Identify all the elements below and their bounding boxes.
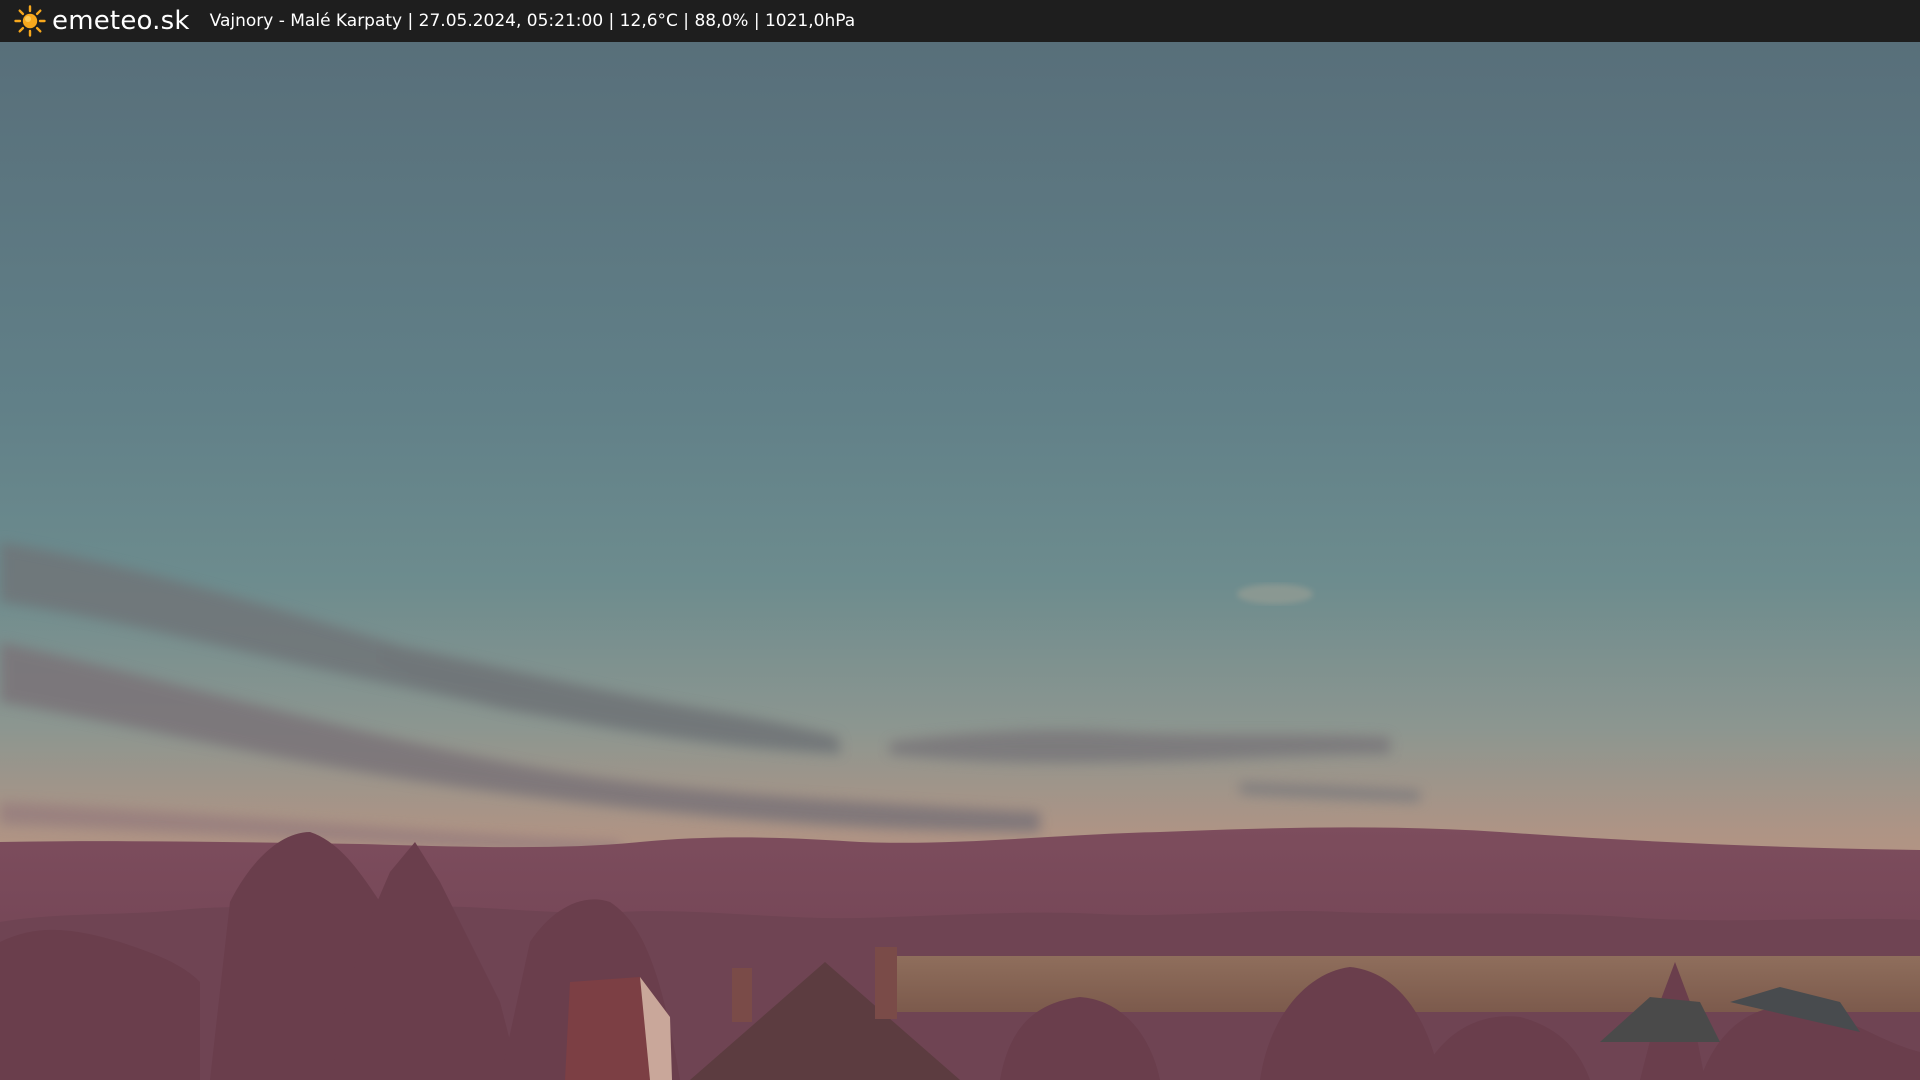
brand-name: emeteo.sk xyxy=(52,6,190,36)
top-bar: emeteo.sk Vajnory - Malé Karpaty | 27.05… xyxy=(0,0,1920,42)
small-cloud xyxy=(1237,584,1313,604)
landscape-scene xyxy=(0,42,1920,1080)
webcam-image xyxy=(0,42,1920,1080)
brand-logo[interactable]: emeteo.sk xyxy=(14,5,190,37)
sun-icon xyxy=(14,5,46,37)
webcam-frame: emeteo.sk Vajnory - Malé Karpaty | 27.05… xyxy=(0,0,1920,1080)
station-info: Vajnory - Malé Karpaty | 27.05.2024, 05:… xyxy=(209,11,856,31)
